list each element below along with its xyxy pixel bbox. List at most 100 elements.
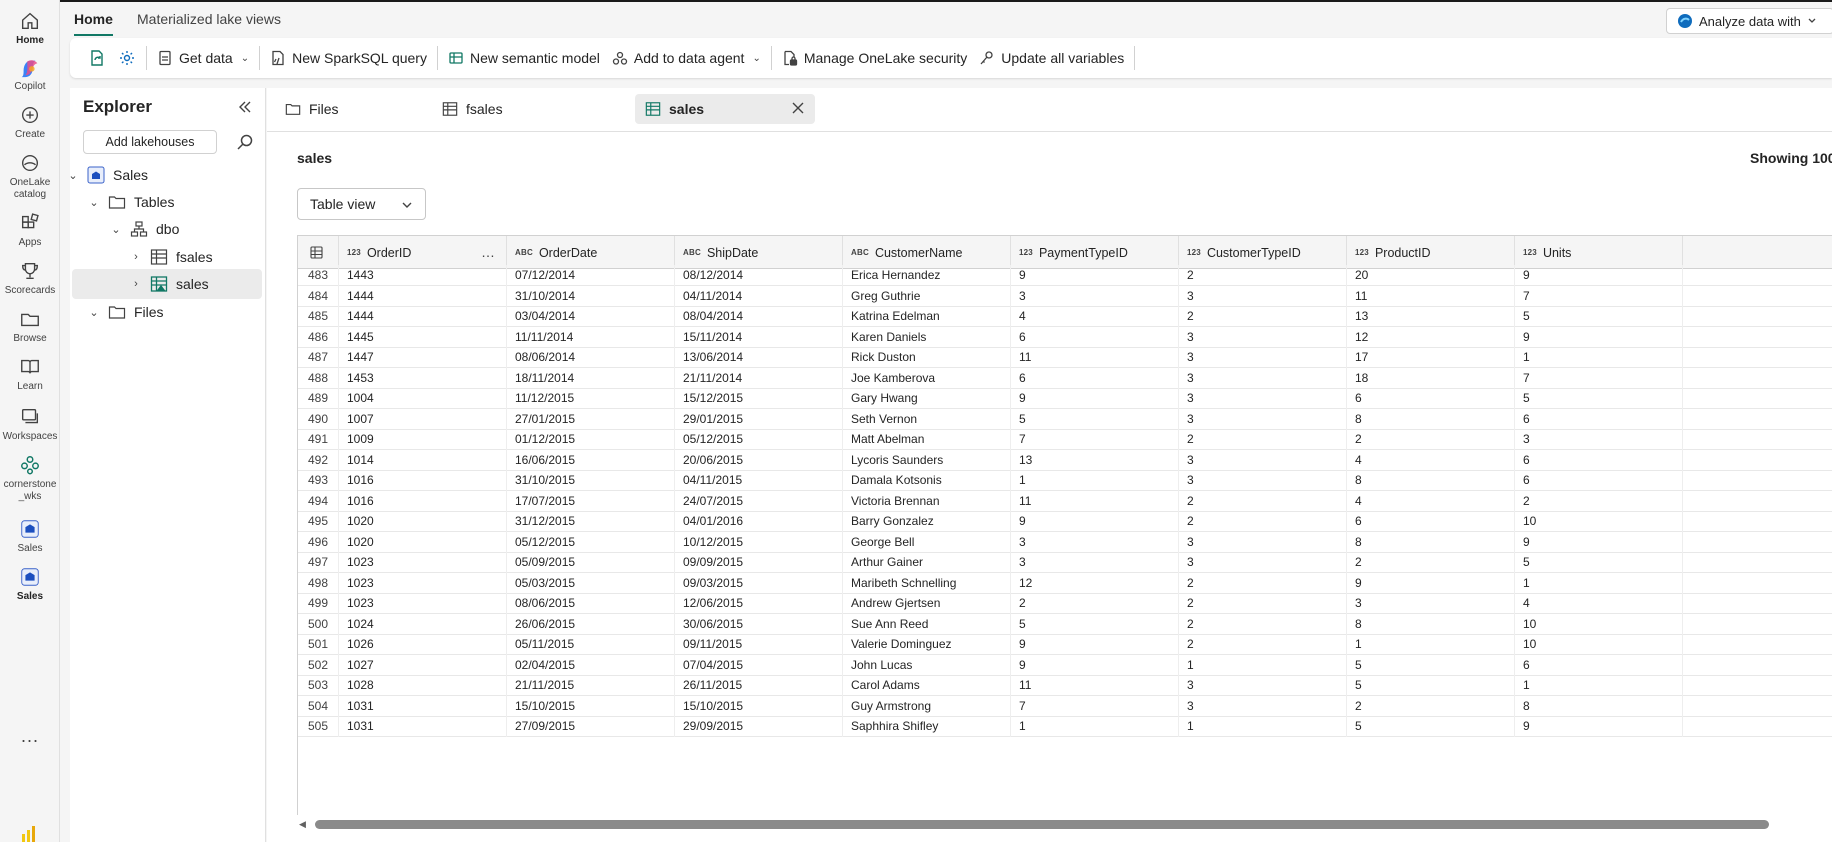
table-cell[interactable]: 3 xyxy=(1179,326,1347,348)
settings-button[interactable] xyxy=(112,43,142,73)
manage-onelake-security-button[interactable]: Manage OneLake security xyxy=(776,43,973,73)
table-cell[interactable]: 15/10/2015 xyxy=(675,695,843,717)
table-cell[interactable]: 9 xyxy=(1515,716,1683,737)
table-cell[interactable]: 3 xyxy=(1179,675,1347,696)
rail-item-onelake-catalog[interactable]: OneLake catalog xyxy=(0,152,60,201)
table-cell[interactable]: Greg Guthrie xyxy=(843,285,1011,307)
table-cell[interactable]: 1020 xyxy=(339,531,507,553)
tab-home[interactable]: Home xyxy=(74,11,113,36)
table-cell[interactable]: 11 xyxy=(1011,347,1179,368)
table-cell[interactable]: 7 xyxy=(1011,429,1179,450)
rail-item-browse[interactable]: Browse xyxy=(0,308,60,345)
table-cell[interactable]: 5 xyxy=(1347,716,1515,737)
table-cell[interactable]: 7 xyxy=(1011,695,1179,717)
table-cell[interactable]: 31/12/2015 xyxy=(507,511,675,532)
table-cell[interactable]: 1023 xyxy=(339,593,507,614)
table-cell[interactable]: 6 xyxy=(1011,326,1179,348)
table-row[interactable]: 485 1444 03/04/2014 08/04/2014 Katrina Edelm… xyxy=(298,306,1832,327)
table-cell[interactable]: Valerie Dominguez xyxy=(843,634,1011,655)
rail-item-learn[interactable]: Learn xyxy=(0,356,60,393)
table-cell[interactable]: Erica Hernandez xyxy=(843,265,1011,286)
add-to-data-agent-button[interactable]: Add to data agent ⌄ xyxy=(606,43,767,73)
table-cell[interactable]: 09/03/2015 xyxy=(675,572,843,594)
table-cell[interactable]: 6 xyxy=(1515,470,1683,491)
table-cell[interactable]: 08/06/2015 xyxy=(507,593,675,614)
table-row[interactable]: 489 1004 11/12/2015 15/12/2015 Gary Hwang 9 3 6… xyxy=(298,388,1832,409)
table-row[interactable]: 487 1447 08/06/2014 13/06/2014 Rick Duston 11… xyxy=(298,347,1832,368)
new-lakehouse-button[interactable] xyxy=(82,43,112,73)
table-row[interactable]: 502 1027 02/04/2015 07/04/2015 John Lucas 9 1 5… xyxy=(298,654,1832,676)
table-cell[interactable]: 5 xyxy=(1347,654,1515,676)
tree-item-sales-lakehouse[interactable]: ⌄ Sales xyxy=(68,160,266,190)
new-semantic-model-button[interactable]: New semantic model xyxy=(442,43,606,73)
table-cell[interactable]: 4 xyxy=(1347,449,1515,471)
table-cell[interactable]: 9 xyxy=(1011,634,1179,655)
table-cell[interactable]: 04/01/2016 xyxy=(675,511,843,532)
table-cell[interactable]: 1 xyxy=(1515,675,1683,696)
table-cell[interactable]: 2 xyxy=(1179,429,1347,450)
table-cell[interactable]: 15/11/2014 xyxy=(675,326,843,348)
table-cell[interactable]: 18 xyxy=(1347,367,1515,389)
table-cell[interactable]: 6 xyxy=(1347,388,1515,409)
tree-item-sales[interactable]: › sales xyxy=(72,269,262,299)
table-cell[interactable]: 8 xyxy=(1347,613,1515,635)
table-cell[interactable]: 2 xyxy=(1179,265,1347,286)
tab-files[interactable]: Files xyxy=(275,94,425,124)
table-cell[interactable]: 1444 xyxy=(339,285,507,307)
table-cell[interactable]: 01/12/2015 xyxy=(507,429,675,450)
table-cell[interactable]: 2 xyxy=(1011,593,1179,614)
table-cell[interactable]: 31/10/2014 xyxy=(507,285,675,307)
table-cell[interactable]: Barry Gonzalez xyxy=(843,511,1011,532)
table-cell[interactable]: 6 xyxy=(1347,511,1515,532)
table-row[interactable]: 504 1031 15/10/2015 15/10/2015 Guy Armstrong… xyxy=(298,695,1832,717)
table-cell[interactable]: 12 xyxy=(1011,572,1179,594)
table-cell[interactable]: Victoria Brennan xyxy=(843,490,1011,512)
table-cell[interactable]: 1004 xyxy=(339,388,507,409)
table-cell[interactable]: 3 xyxy=(1179,388,1347,409)
table-cell[interactable]: 1023 xyxy=(339,572,507,594)
table-cell[interactable]: 15/10/2015 xyxy=(507,695,675,717)
table-cell[interactable]: 6 xyxy=(1011,367,1179,389)
table-cell[interactable]: Maribeth Schnelling xyxy=(843,572,1011,594)
table-cell[interactable]: 20 xyxy=(1347,265,1515,286)
table-cell[interactable]: 9 xyxy=(1011,654,1179,676)
table-cell[interactable]: 18/11/2014 xyxy=(507,367,675,389)
table-cell[interactable]: 24/07/2015 xyxy=(675,490,843,512)
table-cell[interactable]: 10/12/2015 xyxy=(675,531,843,553)
table-cell[interactable]: 9 xyxy=(1515,265,1683,286)
table-cell[interactable]: 12 xyxy=(1347,326,1515,348)
table-cell[interactable]: 1031 xyxy=(339,716,507,737)
tree-item-fsales[interactable]: › fsales xyxy=(70,242,266,272)
table-cell[interactable]: 05/12/2015 xyxy=(507,531,675,553)
table-cell[interactable]: 4 xyxy=(1515,593,1683,614)
table-cell[interactable]: 26/11/2015 xyxy=(675,675,843,696)
table-cell[interactable]: Joe Kamberova xyxy=(843,367,1011,389)
table-cell[interactable]: 10 xyxy=(1515,634,1683,655)
table-cell[interactable]: 1016 xyxy=(339,470,507,491)
table-cell[interactable]: 9 xyxy=(1347,572,1515,594)
table-cell[interactable]: 2 xyxy=(1179,572,1347,594)
table-cell[interactable]: Rick Duston xyxy=(843,347,1011,368)
table-cell[interactable]: 1453 xyxy=(339,367,507,389)
column-menu-icon[interactable]: … xyxy=(481,244,496,260)
rail-item-sales-1[interactable]: Sales xyxy=(0,518,60,555)
table-cell[interactable]: 3 xyxy=(1179,449,1347,471)
table-cell[interactable]: 1024 xyxy=(339,613,507,635)
update-all-variables-button[interactable]: Update all variables xyxy=(973,43,1130,73)
table-cell[interactable]: 1444 xyxy=(339,306,507,327)
table-cell[interactable]: Damala Kotsonis xyxy=(843,470,1011,491)
table-cell[interactable]: 15/12/2015 xyxy=(675,388,843,409)
table-cell[interactable]: 2 xyxy=(1179,490,1347,512)
rail-item-apps[interactable]: Apps xyxy=(0,212,60,249)
table-cell[interactable]: 1 xyxy=(1179,716,1347,737)
table-cell[interactable]: Karen Daniels xyxy=(843,326,1011,348)
table-cell[interactable]: 3 xyxy=(1515,429,1683,450)
table-cell[interactable]: 5 xyxy=(1515,306,1683,327)
table-cell[interactable]: 4 xyxy=(1011,306,1179,327)
rail-item-scorecards[interactable]: Scorecards xyxy=(0,260,60,297)
table-cell[interactable]: 12/06/2015 xyxy=(675,593,843,614)
table-cell[interactable]: 1447 xyxy=(339,347,507,368)
tab-fsales[interactable]: fsales xyxy=(432,94,582,124)
tree-item-tables[interactable]: ⌄ Tables xyxy=(70,187,266,217)
table-cell[interactable]: 3 xyxy=(1179,695,1347,717)
